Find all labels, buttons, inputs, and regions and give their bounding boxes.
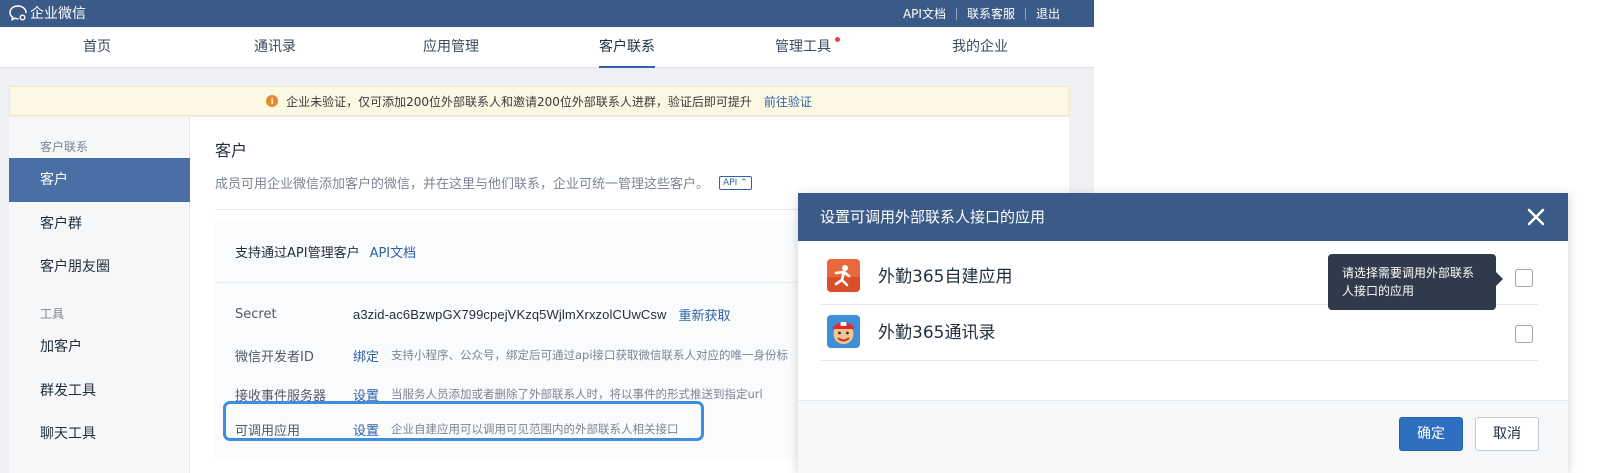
sidebar-group-customer-contact: 客户联系 — [40, 140, 89, 154]
secret-row: Secret a3zid-ac6BzwpGX799cpejVKzq5WjlmXr… — [235, 304, 731, 324]
highlight-box — [223, 401, 704, 441]
top-bar: 企业微信 API文档 联系客服 退出 — [0, 0, 1094, 27]
app-row[interactable]: 外勤365通讯录 — [820, 305, 1538, 361]
wecom-logo-icon — [9, 5, 27, 22]
callable-apps-dialog: 设置可调用外部联系人接口的应用 外勤365自建应用 外勤365通讯录 确定 取消 — [798, 193, 1568, 473]
waiqin-selfbuilt-app-icon — [827, 259, 860, 292]
go-verify-link[interactable]: 前往验证 — [764, 93, 812, 110]
sidebar-item-add-customer[interactable]: 加客户 — [9, 325, 190, 369]
brand-name: 企业微信 — [30, 6, 86, 22]
app-name: 外勤365自建应用 — [878, 267, 1013, 287]
description-text: 成员可用企业微信添加客户的微信，并在这里与他们联系，企业可统一管理这些客户。 — [215, 177, 710, 192]
tooltip: 请选择需要调用外部联系人接口的应用 — [1328, 254, 1503, 310]
brand[interactable]: 企业微信 — [8, 3, 86, 23]
dialog-footer: 确定 取消 — [798, 400, 1568, 473]
info-icon: i — [266, 95, 279, 107]
api-docs-panel-link[interactable]: API文档 — [370, 242, 417, 261]
api-docs-link[interactable]: API文档 — [893, 8, 956, 20]
panel-title: 支持通过API管理客户 — [235, 246, 360, 261]
bind-link[interactable]: 绑定 — [353, 346, 379, 365]
confirm-button[interactable]: 确定 — [1399, 417, 1463, 451]
panel-header: 支持通过API管理客户 API文档 — [235, 242, 416, 261]
verification-notice: i 企业未验证，仅可添加200位外部联系人和邀请200位外部联系人进群，验证后即… — [9, 86, 1069, 116]
secret-label: Secret — [235, 306, 277, 322]
notice-text: 企业未验证，仅可添加200位外部联系人和邀请200位外部联系人进群，验证后即可提… — [286, 94, 752, 109]
api-tag-label: API — [723, 177, 738, 188]
nav-home[interactable]: 首页 — [83, 27, 111, 68]
page-description: 成员可用企业微信添加客户的微信，并在这里与他们联系，企业可统一管理这些客户。 A… — [215, 173, 752, 192]
nav-app-management[interactable]: 应用管理 — [423, 27, 479, 68]
sidebar-item-customer-groups[interactable]: 客户群 — [9, 202, 190, 246]
dialog-title: 设置可调用外部联系人接口的应用 — [820, 208, 1046, 226]
app-checkbox[interactable] — [1515, 269, 1533, 287]
page-title: 客户 — [215, 141, 248, 160]
sidebar-item-chat-tool[interactable]: 聊天工具 — [9, 412, 190, 456]
sidebar-item-customers[interactable]: 客户 — [9, 158, 190, 202]
logout-link[interactable]: 退出 — [1026, 8, 1070, 20]
sidebar-group-tools: 工具 — [40, 307, 65, 321]
nav-my-enterprise[interactable]: 我的企业 — [952, 27, 1008, 68]
close-icon[interactable] — [1526, 207, 1546, 227]
nav-customer-contact[interactable]: 客户联系 — [599, 27, 655, 68]
developer-id-label: 微信开发者ID — [235, 349, 314, 365]
dialog-header: 设置可调用外部联系人接口的应用 — [798, 193, 1568, 241]
notification-dot — [835, 37, 840, 42]
top-links: API文档 联系客服 退出 — [893, 0, 1070, 27]
event-server-desc: 当服务人员添加或者删除了外部联系人时，将以事件的形式推送到指定url — [391, 387, 763, 401]
main-nav: 首页 通讯录 应用管理 客户联系 管理工具 我的企业 — [0, 27, 1094, 68]
api-tag[interactable]: API ⌃ — [719, 175, 752, 190]
waiqin-contacts-app-icon — [827, 315, 860, 348]
nav-contacts[interactable]: 通讯录 — [254, 27, 296, 68]
sidebar-item-broadcast-tool[interactable]: 群发工具 — [9, 369, 190, 413]
nav-management-tools-label: 管理工具 — [775, 39, 831, 55]
developer-id-row: 微信开发者ID 绑定 支持小程序、公众号，绑定后可通过api接口获取微信联系人对… — [235, 345, 788, 365]
regenerate-secret-link[interactable]: 重新获取 — [679, 305, 731, 324]
secret-value: a3zid-ac6BzwpGX799cpejVKzq5WjlmXrxzolCUw… — [353, 306, 667, 322]
app-name: 外勤365通讯录 — [878, 323, 996, 343]
contact-support-link[interactable]: 联系客服 — [957, 8, 1025, 20]
sidebar-item-moments[interactable]: 客户朋友圈 — [9, 245, 190, 289]
sidebar: 客户联系 客户 客户群 客户朋友圈 工具 加客户 群发工具 聊天工具 — [9, 117, 190, 473]
cancel-button[interactable]: 取消 — [1475, 417, 1539, 451]
nav-management-tools[interactable]: 管理工具 — [775, 27, 840, 68]
developer-id-desc: 支持小程序、公众号，绑定后可通过api接口获取微信联系人对应的唯一身份标 — [391, 348, 789, 362]
app-checkbox[interactable] — [1515, 325, 1533, 343]
